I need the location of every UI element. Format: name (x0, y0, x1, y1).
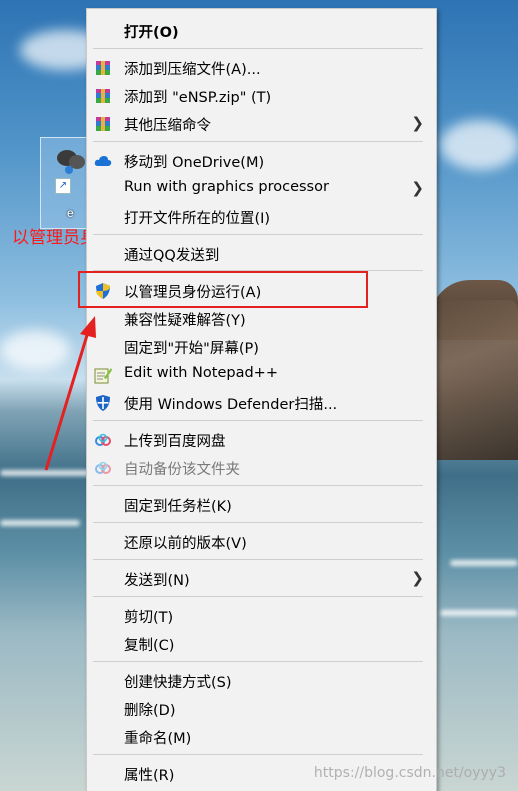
menu-separator (93, 661, 423, 662)
ensp-app-icon (57, 150, 85, 174)
menu-item-label: Edit with Notepad++ (124, 365, 278, 381)
menu-item-upload-baidu[interactable]: 上传到百度网盘 (87, 426, 436, 453)
menu-separator (93, 141, 423, 142)
menu-item-restore-versions[interactable]: 还原以前的版本(V) (87, 528, 436, 555)
menu-item-add-to-archive[interactable]: 添加到压缩文件(A)... (87, 54, 436, 81)
menu-separator (93, 754, 423, 755)
menu-item-label: 添加到压缩文件(A)... (124, 62, 261, 78)
menu-item-label: 属性(R) (124, 768, 175, 784)
menu-item-add-to-ensp-zip[interactable]: 添加到 "eNSP.zip" (T) (87, 82, 436, 109)
menu-item-auto-backup[interactable]: 自动备份该文件夹 (87, 454, 436, 481)
menu-item-label: 发送到(N) (124, 573, 190, 589)
cloud (440, 120, 518, 170)
wave (440, 610, 518, 616)
winrar-icon (94, 115, 112, 133)
chevron-right-icon: ❯ (411, 569, 424, 587)
menu-separator (93, 596, 423, 597)
watermark: https://blog.csdn.net/oyyy3 (313, 765, 506, 781)
menu-separator (93, 420, 423, 421)
baidu-cloud-icon (94, 431, 112, 449)
menu-item-label: 重命名(M) (124, 731, 192, 747)
menu-item-label: 兼容性疑难解答(Y) (124, 313, 246, 329)
menu-item-label: 固定到任务栏(K) (124, 499, 232, 515)
menu-item-edit-notepadpp[interactable]: Edit with Notepad++ (87, 361, 436, 388)
shortcut-arrow-icon: ↗ (55, 178, 71, 194)
menu-item-move-to-onedrive[interactable]: 移动到 OneDrive(M) (87, 147, 436, 174)
menu-item-pin-to-taskbar[interactable]: 固定到任务栏(K) (87, 491, 436, 518)
menu-item-label: 创建快捷方式(S) (124, 675, 232, 691)
menu-item-send-via-qq[interactable]: 通过QQ发送到 (87, 240, 436, 267)
menu-item-other-compress[interactable]: 其他压缩命令 ❯ (87, 110, 436, 137)
cloud (0, 330, 70, 370)
onedrive-icon (94, 152, 112, 170)
menu-item-label: 添加到 "eNSP.zip" (T) (124, 90, 272, 106)
menu-item-pin-to-start[interactable]: 固定到"开始"屏幕(P) (87, 333, 436, 360)
menu-item-defender-scan[interactable]: 使用 Windows Defender扫描... (87, 389, 436, 416)
chevron-right-icon: ❯ (411, 114, 424, 132)
menu-separator (93, 485, 423, 486)
notepadpp-icon (94, 366, 112, 384)
defender-icon (94, 394, 112, 412)
menu-item-label: 还原以前的版本(V) (124, 536, 247, 552)
menu-item-cut[interactable]: 剪切(T) (87, 602, 436, 629)
menu-item-label: Run with graphics processor (124, 179, 329, 195)
menu-item-rename[interactable]: 重命名(M) (87, 723, 436, 750)
menu-separator (93, 234, 423, 235)
menu-item-run-with-gpu[interactable]: Run with graphics processor ❯ (87, 175, 436, 202)
desktop-icon-label: e (67, 206, 74, 220)
baidu-cloud-icon (94, 459, 112, 477)
menu-item-label: 自动备份该文件夹 (124, 462, 240, 478)
desktop: ↗ e 以管理员身份打开 打开(O) 添加到压缩文件(A)... 添加到 "eN… (0, 0, 518, 791)
menu-item-copy[interactable]: 复制(C) (87, 630, 436, 657)
menu-separator (93, 522, 423, 523)
menu-item-label: 打开(O) (124, 25, 179, 41)
menu-item-open[interactable]: 打开(O) (87, 17, 436, 44)
menu-item-create-shortcut[interactable]: 创建快捷方式(S) (87, 667, 436, 694)
context-menu: 打开(O) 添加到压缩文件(A)... 添加到 "eNSP.zip" (T) 其… (86, 8, 437, 791)
menu-item-label: 打开文件所在的位置(I) (124, 211, 271, 227)
menu-item-label: 上传到百度网盘 (124, 434, 226, 450)
wave (450, 560, 518, 566)
menu-item-open-file-location[interactable]: 打开文件所在的位置(I) (87, 203, 436, 230)
menu-item-compat-troubleshoot[interactable]: 兼容性疑难解答(Y) (87, 305, 436, 332)
annotation-highlight-box (78, 271, 368, 308)
wave (0, 520, 80, 526)
menu-item-label: 固定到"开始"屏幕(P) (124, 341, 259, 357)
winrar-icon (94, 59, 112, 77)
menu-item-delete[interactable]: 删除(D) (87, 695, 436, 722)
menu-item-label: 复制(C) (124, 638, 175, 654)
menu-item-label: 使用 Windows Defender扫描... (124, 397, 338, 413)
menu-item-label: 其他压缩命令 (124, 118, 211, 134)
wave (0, 470, 100, 476)
menu-item-label: 剪切(T) (124, 610, 174, 626)
menu-separator (93, 48, 423, 49)
menu-separator (93, 559, 423, 560)
chevron-right-icon: ❯ (411, 179, 424, 197)
menu-item-label: 移动到 OneDrive(M) (124, 155, 265, 171)
menu-item-send-to[interactable]: 发送到(N) ❯ (87, 565, 436, 592)
winrar-icon (94, 87, 112, 105)
menu-item-label: 删除(D) (124, 703, 176, 719)
menu-item-label: 通过QQ发送到 (124, 248, 220, 264)
